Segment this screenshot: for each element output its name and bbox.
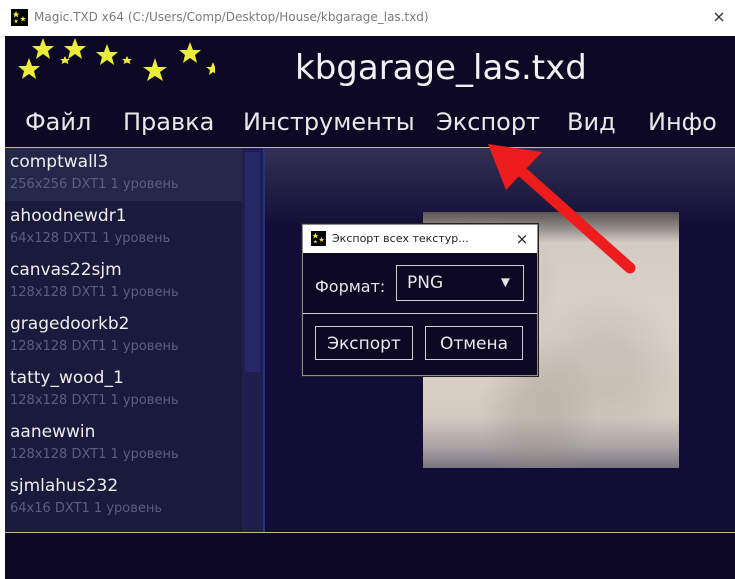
texture-name: ahoodnewdr1 xyxy=(10,206,127,226)
texture-info: 64x16 DXT1 1 уровень xyxy=(10,501,163,516)
texture-info: 64x128 DXT1 1 уровень xyxy=(10,231,171,246)
texture-info: 256x256 DXT1 1 уровень xyxy=(10,177,179,192)
dialog-app-icon xyxy=(311,231,326,246)
texture-name: gragedoorkb2 xyxy=(10,314,130,334)
annotation-arrow-icon xyxy=(488,144,636,274)
app-stars-icon xyxy=(11,9,28,26)
window-close-icon[interactable]: × xyxy=(708,6,730,28)
menu-info[interactable]: Инфо xyxy=(648,108,717,136)
texture-list-scrollbar[interactable] xyxy=(242,148,263,532)
texture-list-item[interactable]: aanewwin 128x128 DXT1 1 уровень xyxy=(5,418,242,471)
texture-info: 128x128 DXT1 1 уровень xyxy=(10,285,179,300)
menu-file[interactable]: Файл xyxy=(25,108,91,136)
scrollbar-thumb[interactable] xyxy=(245,152,260,372)
menu-edit[interactable]: Правка xyxy=(123,108,214,136)
texture-list-item[interactable]: sjmlahus232 64x16 DXT1 1 уровень xyxy=(5,472,242,525)
texture-list: comptwall3 256x256 DXT1 1 уровень ahoodn… xyxy=(5,148,242,532)
texture-info: 128x128 DXT1 1 уровень xyxy=(10,447,179,462)
texture-list-item[interactable]: canvas22sjm 128x128 DXT1 1 уровень xyxy=(5,256,242,309)
format-select-value: PNG xyxy=(407,273,444,293)
window-titlebar[interactable]: Magic.TXD x64 (C:/Users/Comp/Desktop/Hou… xyxy=(0,0,735,37)
texture-list-item[interactable]: tatty_wood_1 128x128 DXT1 1 уровень xyxy=(5,364,242,417)
format-label: Формат: xyxy=(315,277,386,296)
stars-logo-icon xyxy=(18,38,215,81)
dialog-title: Экспорт всех текстур... xyxy=(332,232,469,245)
export-button[interactable]: Экспорт xyxy=(315,326,413,360)
texture-list-item[interactable]: gragedoorkb2 128x128 DXT1 1 уровень xyxy=(5,310,242,363)
texture-name: aanewwin xyxy=(10,422,96,442)
texture-name: tatty_wood_1 xyxy=(10,368,124,388)
texture-list-item[interactable]: comptwall3 256x256 DXT1 1 уровень xyxy=(5,148,242,201)
status-bar xyxy=(5,533,735,579)
cancel-button[interactable]: Отмена xyxy=(425,326,523,360)
menu-view[interactable]: Вид xyxy=(567,108,616,136)
texture-name: canvas22sjm xyxy=(10,260,122,280)
app-header: kbgarage_las.txd Файл Правка Инструменты… xyxy=(5,36,735,148)
menu-tools[interactable]: Инструменты xyxy=(243,108,415,136)
texture-info: 128x128 DXT1 1 уровень xyxy=(10,339,179,354)
texture-list-item[interactable]: ahoodnewdr1 64x128 DXT1 1 уровень xyxy=(5,202,242,255)
texture-name: sjmlahus232 xyxy=(10,476,119,496)
texture-info: 128x128 DXT1 1 уровень xyxy=(10,393,179,408)
texture-name: comptwall3 xyxy=(10,152,109,172)
dialog-divider xyxy=(303,313,537,314)
file-title: kbgarage_las.txd xyxy=(295,48,587,88)
menu-export[interactable]: Экспорт xyxy=(436,108,540,136)
window-title: Magic.TXD x64 (C:/Users/Comp/Desktop/Hou… xyxy=(34,10,429,24)
